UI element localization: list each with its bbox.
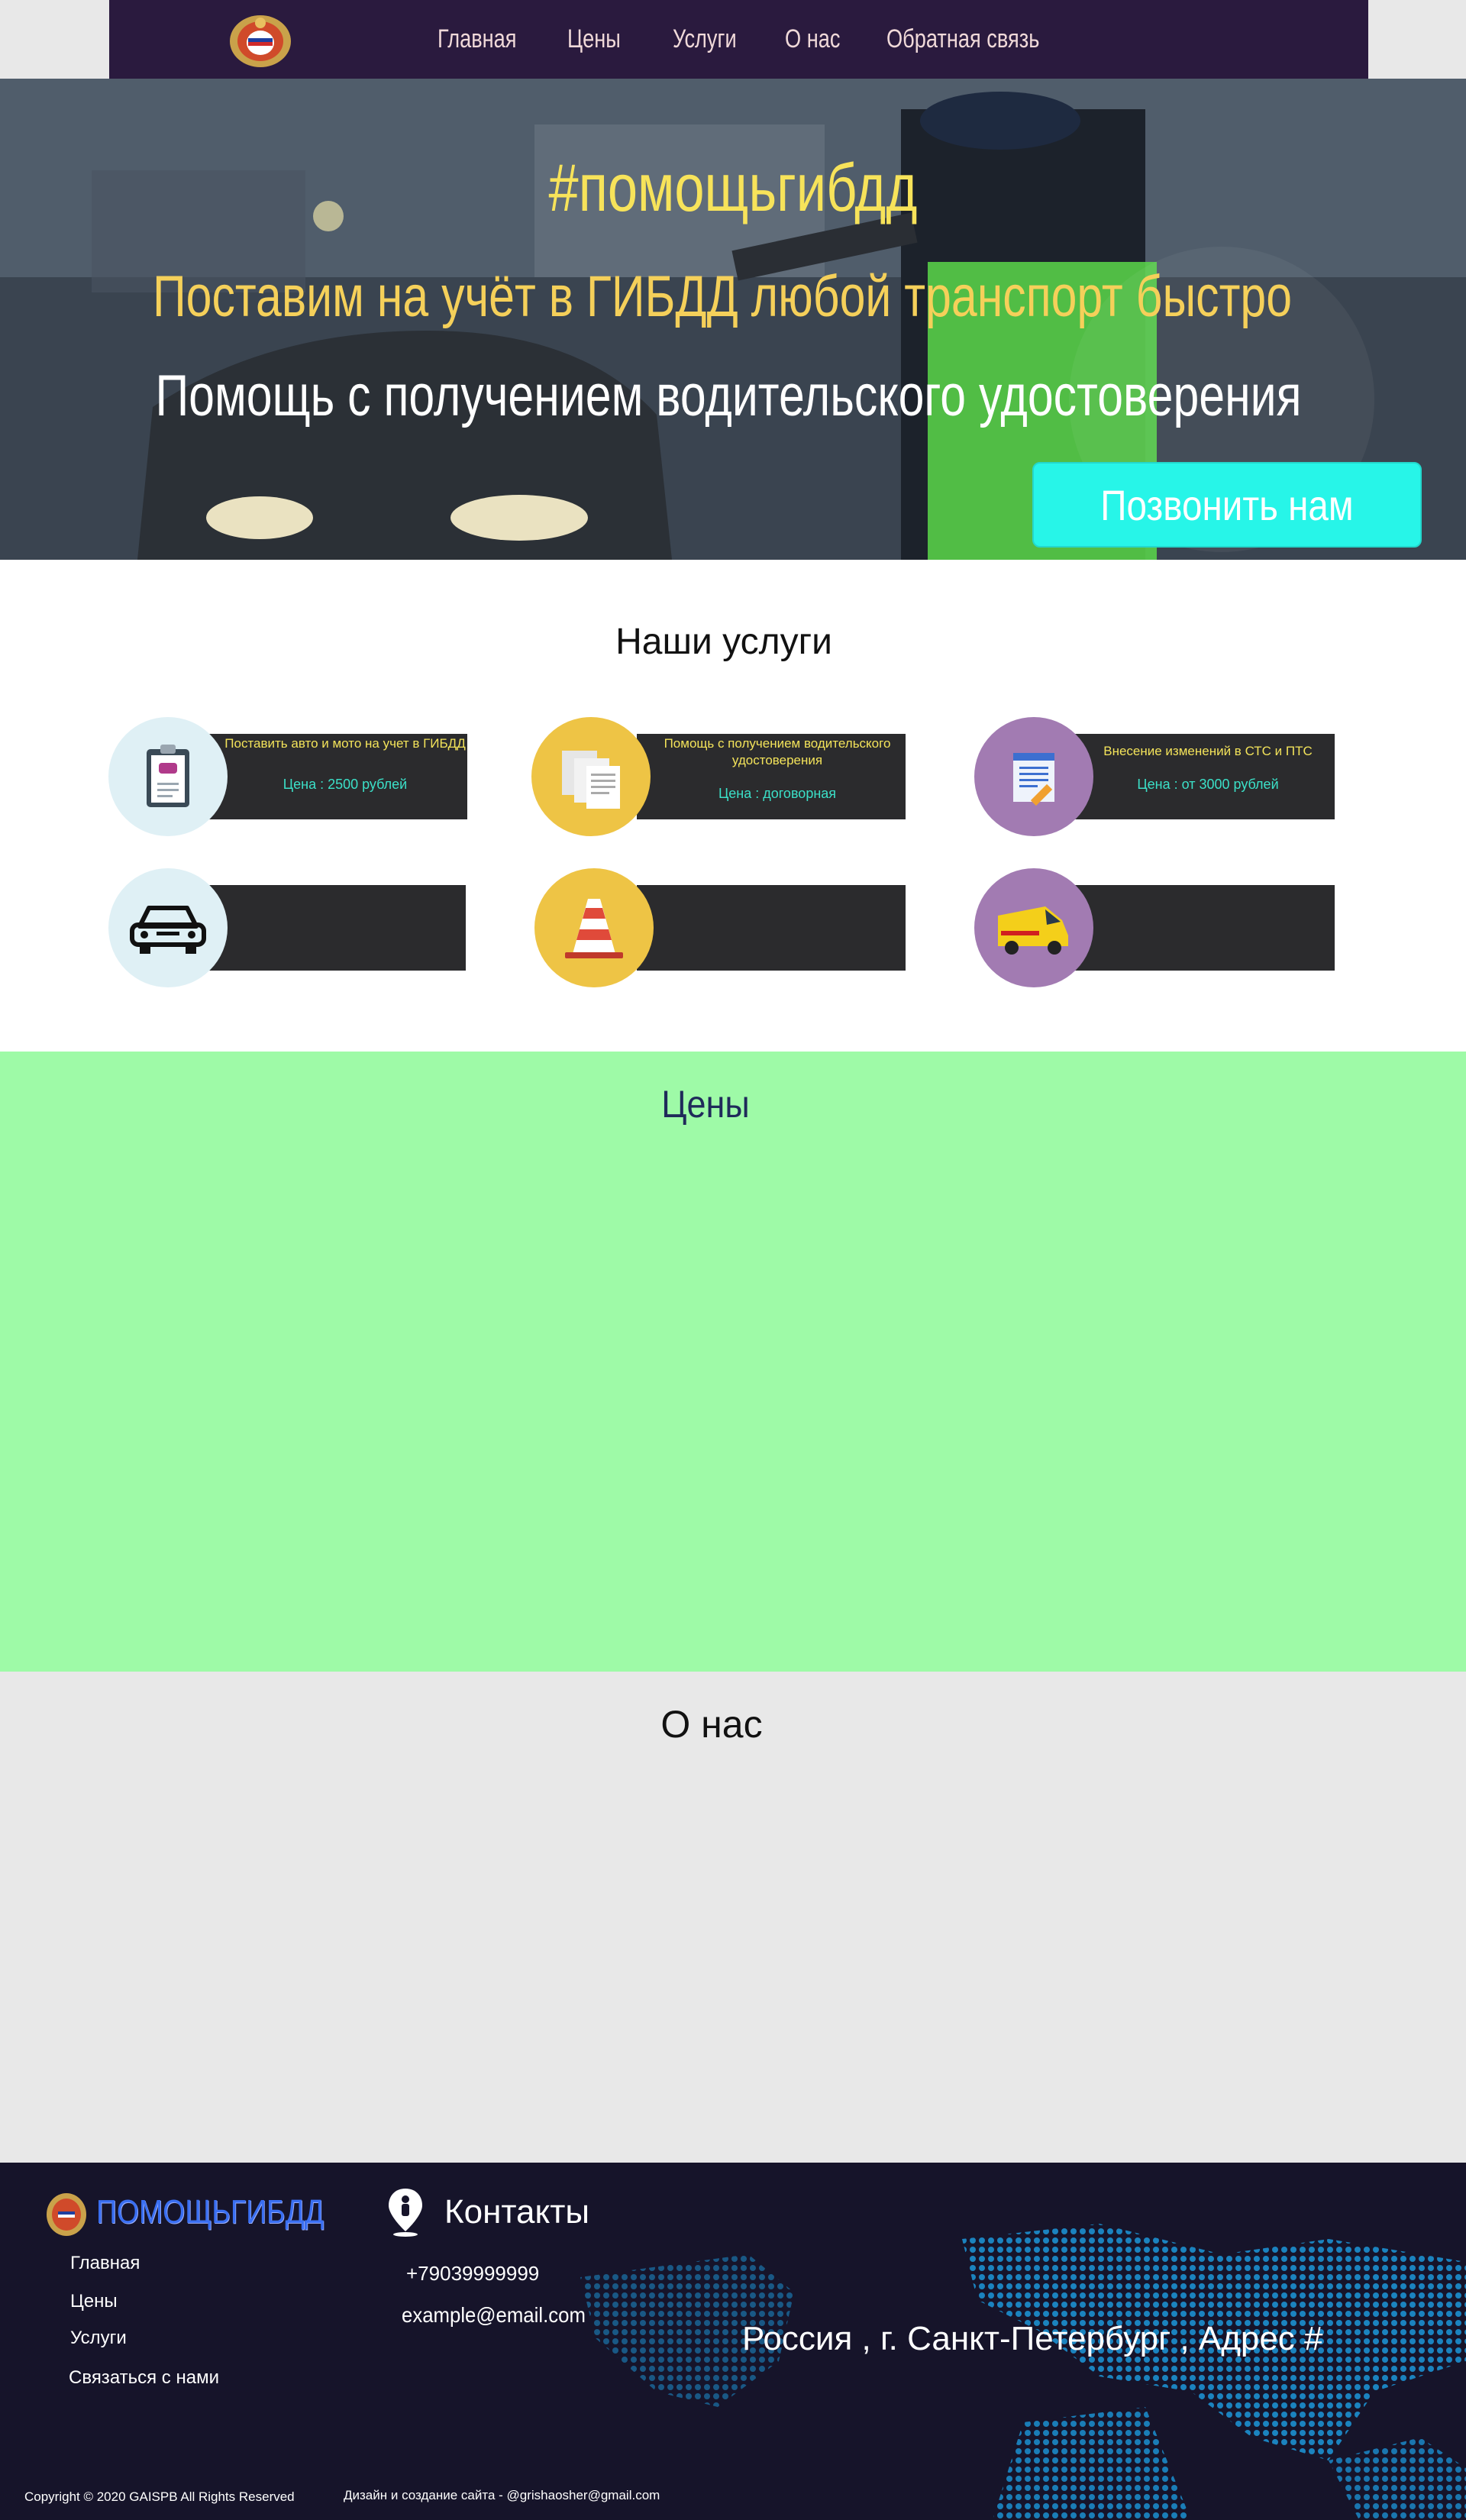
contact-phone[interactable]: +79039999999 — [406, 2262, 539, 2286]
service-card-bar — [637, 885, 906, 971]
service-title: Поставить авто и мото на учет в ГИБДД — [224, 736, 466, 751]
location-pin-icon — [389, 2189, 422, 2237]
footer: ПОМОЩЬГИБДД Главная Цены Услуги Связатьс… — [0, 2163, 1466, 2520]
call-us-button[interactable]: Позвонить нам — [1032, 462, 1422, 548]
nav-item-about[interactable]: О нас — [785, 0, 840, 79]
service-price: Цена : договорная — [718, 786, 837, 801]
call-us-label: Позвонить нам — [1100, 480, 1354, 529]
clipboard-car-icon — [108, 717, 228, 836]
service-title: Помощь с получением водительского удосто… — [664, 736, 891, 767]
gibdd-emblem-logo[interactable] — [224, 11, 297, 70]
service-card[interactable] — [534, 868, 906, 987]
footer-link-contact[interactable]: Связаться с нами — [69, 2367, 219, 2389]
footer-link-services[interactable]: Услуги — [70, 2328, 127, 2349]
traffic-cone-icon — [534, 868, 654, 987]
service-title: Внесение изменений в СТС и ПТС — [1103, 744, 1313, 758]
top-navbar: Главная Цены Услуги О нас Обратная связь — [109, 0, 1368, 79]
service-card[interactable]: Внесение изменений в СТС и ПТС Цена : от… — [974, 717, 1335, 836]
service-card-bar — [1074, 885, 1335, 971]
hero-headline: Поставим на учёт в ГИБДД любой транспорт… — [152, 264, 1293, 329]
services-title: Наши услуги — [615, 622, 832, 662]
contacts-title: Контакты — [444, 2193, 590, 2231]
footer-brand: ПОМОЩЬГИБДД — [96, 2193, 325, 2231]
footer-link-home[interactable]: Главная — [70, 2253, 140, 2274]
contact-address: Россия , г. Санкт-Петербург , Адрес # — [742, 2320, 1323, 2357]
about-section: О нас — [0, 1672, 1466, 2163]
world-map-dots — [580, 2224, 1466, 2520]
footer-link-prices[interactable]: Цены — [70, 2291, 118, 2312]
hero-banner: #помощьгибдд Поставим на учёт в ГИБДД лю… — [0, 79, 1466, 560]
service-card[interactable] — [108, 868, 467, 987]
service-card[interactable] — [974, 868, 1335, 987]
service-price: Цена : от 3000 рублей — [1137, 777, 1279, 792]
documents-icon — [531, 717, 651, 836]
hero-hashtag: #помощьгибдд — [548, 150, 918, 225]
service-card-bar — [208, 885, 466, 971]
footer-emblem-logo — [47, 2193, 86, 2236]
hero-subheadline: Помощь с получением водительского удосто… — [155, 363, 1302, 428]
about-title: О нас — [660, 1703, 763, 1746]
nav-item-services[interactable]: Услуги — [673, 0, 737, 79]
services-section: Наши услуги Поставить авто и мото на уче… — [0, 560, 1466, 1052]
document-edit-icon — [974, 717, 1093, 836]
service-card[interactable]: Помощь с получением водительского удосто… — [531, 717, 906, 836]
car-icon — [108, 868, 228, 987]
service-price: Цена : 2500 рублей — [283, 777, 408, 792]
nav-item-home[interactable]: Главная — [438, 0, 517, 79]
contact-email[interactable]: example@email.com — [402, 2303, 586, 2328]
copyright-text: Copyright © 2020 GAISPB All Rights Reser… — [24, 2489, 295, 2504]
service-card[interactable]: Поставить авто и мото на учет в ГИБДД Це… — [108, 717, 467, 836]
nav-item-prices[interactable]: Цены — [567, 0, 621, 79]
nav-item-feedback[interactable]: Обратная связь — [886, 0, 1039, 79]
van-icon — [974, 868, 1093, 987]
prices-section: Цены — [0, 1052, 1466, 1672]
design-credit: Дизайн и создание сайта - @grishaosher@g… — [344, 2488, 660, 2502]
prices-title: Цены — [661, 1083, 750, 1126]
